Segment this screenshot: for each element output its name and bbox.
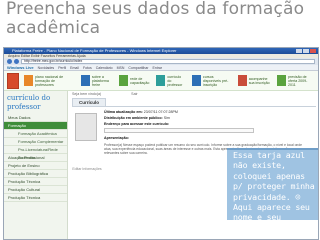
header-button-label: plano nacional de formação de professore… bbox=[34, 74, 64, 87]
info-icon bbox=[80, 75, 90, 86]
logout-link[interactable]: Sair bbox=[131, 91, 137, 97]
field-value: 23/07/11 07:07:28PM bbox=[143, 110, 178, 114]
toolbar-item[interactable]: Fotos bbox=[83, 66, 92, 70]
header-button[interactable]: acompanhe sua inscrição bbox=[236, 74, 272, 88]
sidebar-item-producao-cultural[interactable]: Produção Cultural bbox=[4, 186, 67, 194]
sidebar-item-producao-tecnica[interactable]: Produção Técnica bbox=[4, 178, 67, 186]
header-button-label: acompanhe sua inscrição bbox=[248, 76, 270, 85]
toolbar-item[interactable]: Email bbox=[70, 66, 79, 70]
header-button[interactable]: cursos disponíveis pré-inscrição bbox=[190, 74, 233, 88]
sidebar-item-formacao-academica[interactable]: Formação Acadêmica bbox=[4, 130, 67, 138]
header-button[interactable]: previsão de oferta 2009-2011 bbox=[275, 74, 315, 88]
sidebar-item-formacao-complementar[interactable]: Formação Complementar bbox=[4, 138, 67, 146]
site-header: plano nacional de formação de professore… bbox=[4, 71, 318, 91]
toolbar-item[interactable]: Compartilhar bbox=[128, 66, 148, 70]
header-button[interactable]: sobre a plataforma freire bbox=[79, 74, 114, 88]
sidebar: currículo do professor Meus Dados Formaç… bbox=[4, 91, 68, 239]
sidebar-item-producao-bibliografica[interactable]: Produção Bibliográfica bbox=[4, 170, 67, 178]
field-label: Endereço para acessar este currículo: bbox=[104, 122, 170, 126]
header-button-label: previsão de oferta 2009-2011 bbox=[288, 74, 308, 87]
site-logo[interactable] bbox=[7, 72, 19, 89]
field-label: Apresentação: bbox=[104, 136, 129, 140]
sidebar-item-producao-tecnica-2[interactable]: Produção Técnica bbox=[4, 194, 67, 202]
field-row: Apresentação: bbox=[104, 135, 312, 141]
sidebar-item-pro-licenciatura[interactable]: Pro-Licenciatura/Rede Docência bbox=[4, 146, 67, 160]
address-bar: http://freire.mec.gov.br/curriculo/index bbox=[4, 58, 318, 65]
header-button[interactable]: rede de capacitação bbox=[117, 74, 151, 88]
welcome-text: Seja bem vindo(a) bbox=[72, 92, 102, 96]
annotation-text: Essa tarja azul não existe, coloquei ape… bbox=[233, 150, 315, 233]
courses-icon bbox=[191, 75, 201, 86]
field-value: Sim bbox=[163, 116, 170, 120]
header-button-label: sobre a plataforma freire bbox=[91, 74, 109, 87]
field-row: Endereço para acessar este currículo: bbox=[104, 121, 312, 127]
sidebar-item-projeto[interactable]: Projeto de Ensino bbox=[4, 162, 67, 170]
window-controls bbox=[296, 49, 316, 53]
network-icon bbox=[119, 75, 129, 86]
forward-icon[interactable] bbox=[14, 59, 19, 64]
maximize-button[interactable] bbox=[303, 49, 309, 53]
back-icon[interactable] bbox=[7, 59, 12, 64]
browser-titlebar: Plataforma Freire - Plano Nacional de Fo… bbox=[4, 48, 318, 54]
close-button[interactable] bbox=[310, 49, 316, 53]
profile-photo bbox=[75, 113, 97, 141]
header-button-label: currículo do professor bbox=[167, 74, 183, 87]
calendar-icon bbox=[277, 75, 286, 86]
sidebar-item-meus-dados[interactable]: Meus Dados bbox=[4, 114, 67, 122]
sidebar-item-atuacao[interactable]: Atuação Profissional bbox=[4, 154, 67, 162]
toolbar-item[interactable]: MSN bbox=[117, 66, 125, 70]
slide-title: Preencha seus dados da formação acadêmic… bbox=[6, 0, 305, 38]
sidebar-title: currículo do professor bbox=[7, 94, 51, 111]
window-title: Plataforma Freire - Plano Nacional de Fo… bbox=[12, 48, 177, 53]
toolbar-item[interactable]: Calendário bbox=[96, 66, 113, 70]
header-button-label: cursos disponíveis pré-inscrição bbox=[202, 74, 229, 87]
plan-icon bbox=[23, 75, 33, 86]
track-icon bbox=[237, 75, 247, 86]
header-button-label: rede de capacitação bbox=[130, 76, 150, 85]
field-label: Última atualização em: bbox=[104, 110, 143, 114]
sidebar-item-formacao[interactable]: Formação bbox=[4, 122, 67, 130]
tab-curriculo[interactable]: Currículo bbox=[72, 98, 107, 106]
url-input[interactable]: http://freire.mec.gov.br/curriculo/index bbox=[21, 59, 315, 64]
resume-icon bbox=[156, 75, 166, 86]
header-button[interactable]: plano nacional de formação de professore… bbox=[22, 74, 76, 88]
welcome-line: Seja bem vindo(a) Sair bbox=[72, 91, 316, 97]
toolbar-item[interactable]: Perfil bbox=[58, 66, 66, 70]
tab-bar: Currículo bbox=[72, 98, 316, 106]
field-label: Distribuição em ambiente público: bbox=[104, 116, 163, 120]
toolbar-item[interactable]: Novidades bbox=[38, 66, 55, 70]
edit-info-link[interactable]: Editar Informações bbox=[72, 167, 102, 171]
toolbar-item[interactable]: Entrar bbox=[152, 66, 162, 70]
header-button[interactable]: currículo do professor bbox=[154, 74, 187, 88]
minimize-button[interactable] bbox=[296, 49, 302, 53]
curriculum-url-field[interactable] bbox=[104, 128, 254, 133]
toolbar-brand[interactable]: Windows Live bbox=[7, 65, 34, 70]
